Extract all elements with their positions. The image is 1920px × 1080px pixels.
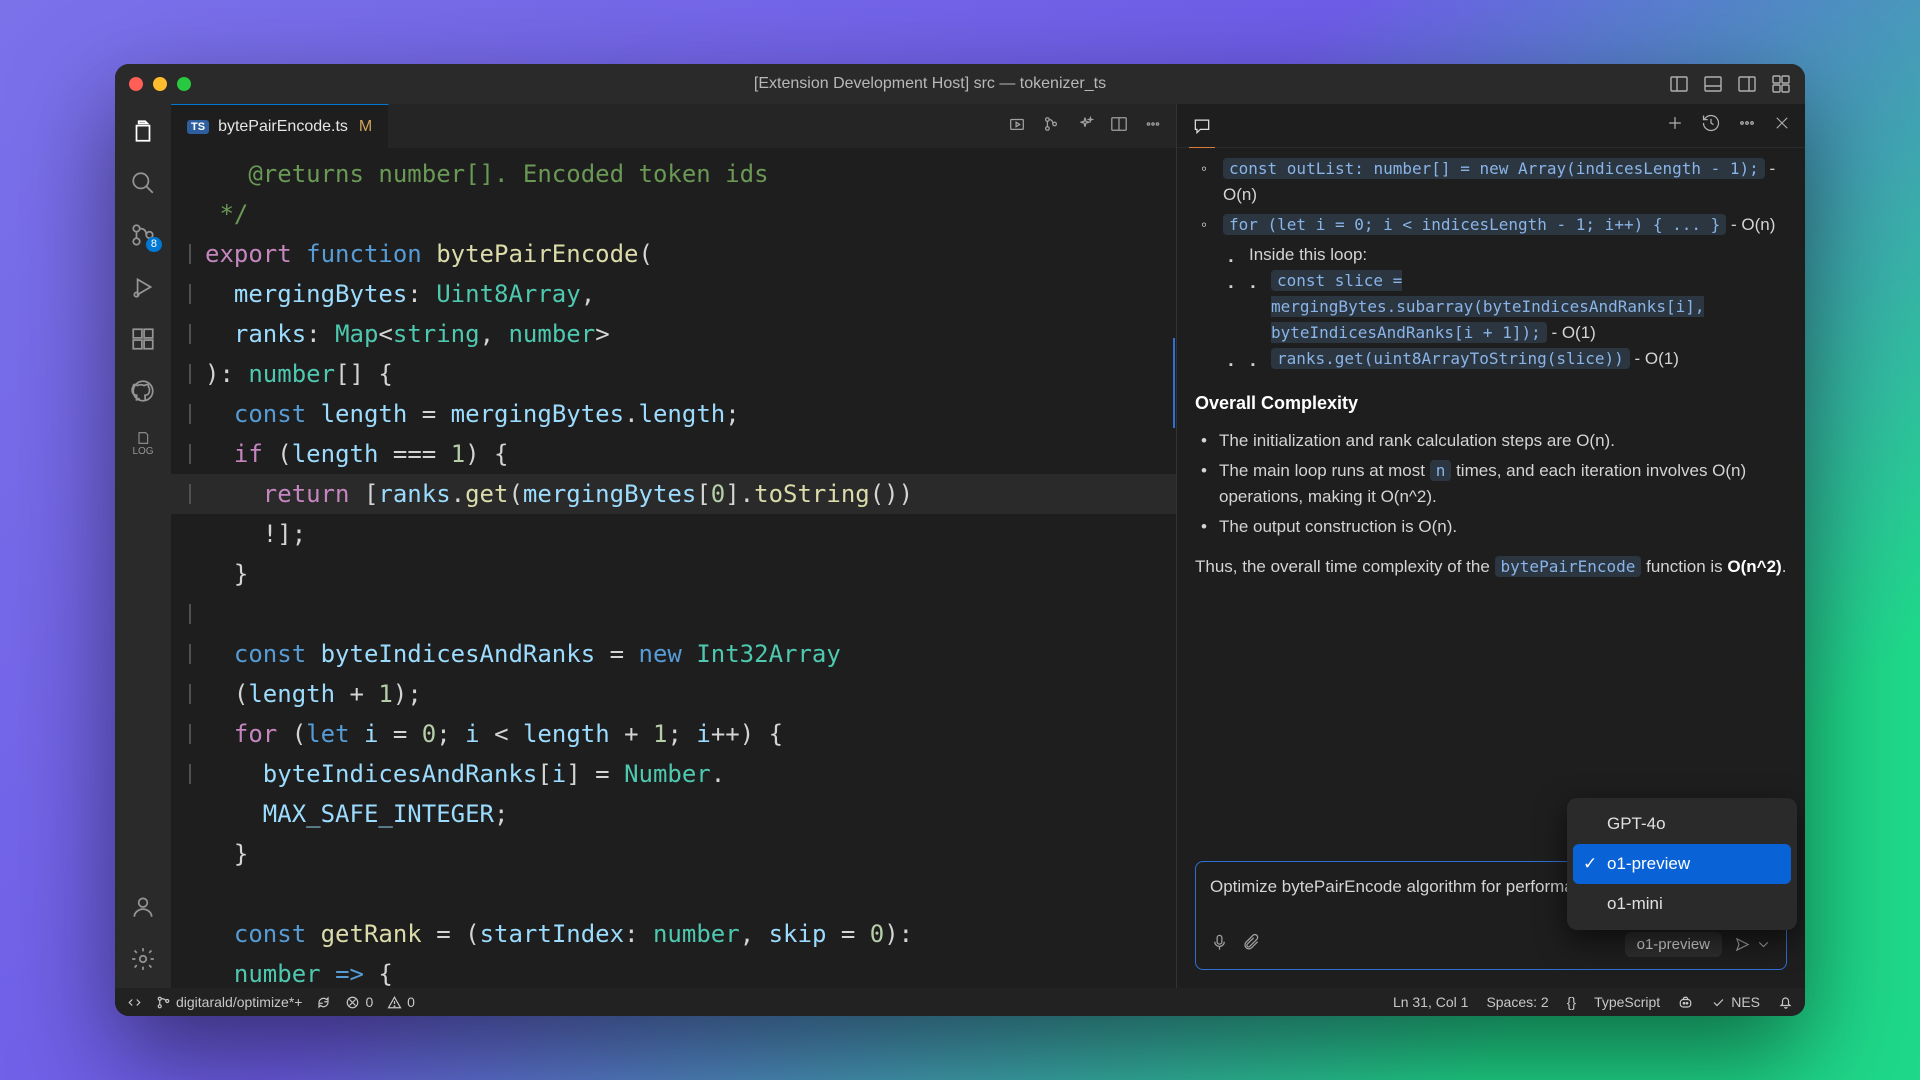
more-icon[interactable]	[1144, 115, 1162, 138]
minimize-window-icon[interactable]	[153, 77, 167, 91]
chat-tab-icon[interactable]	[1191, 115, 1213, 137]
source-control-icon[interactable]: 8	[128, 220, 158, 250]
indentation[interactable]: Spaces: 2	[1486, 994, 1548, 1010]
split-editor-icon[interactable]	[1110, 115, 1128, 138]
sync-icon[interactable]	[316, 995, 331, 1010]
typescript-file-icon: TS	[187, 120, 209, 134]
notifications-icon[interactable]	[1778, 995, 1793, 1010]
microphone-icon[interactable]	[1210, 933, 1229, 957]
model-option-gpt4o[interactable]: GPT-4o	[1573, 804, 1791, 844]
model-option-o1-mini[interactable]: o1-mini	[1573, 884, 1791, 924]
editor-tabs: TS bytePairEncode.ts M	[171, 104, 1176, 148]
scm-badge: 8	[146, 237, 162, 252]
github-icon[interactable]	[128, 376, 158, 406]
model-dropdown: GPT-4o o1-preview o1-mini	[1567, 798, 1797, 930]
window-title: [Extension Development Host] src — token…	[191, 75, 1669, 93]
chat-response: const outList: number[] = new Array(indi…	[1177, 148, 1805, 861]
run-icon[interactable]	[1008, 115, 1026, 138]
vscode-window: [Extension Development Host] src — token…	[115, 64, 1805, 1016]
problems-indicator[interactable]: 0 0	[345, 994, 414, 1010]
status-bar: digitarald/optimize*+ 0 0 Ln 31, Col 1 S…	[115, 988, 1805, 1016]
copilot-icon[interactable]	[1678, 995, 1693, 1010]
braces-indicator[interactable]: {}	[1567, 994, 1576, 1010]
maximize-window-icon[interactable]	[177, 77, 191, 91]
nes-indicator[interactable]: NES	[1711, 994, 1760, 1010]
branch-indicator[interactable]: digitarald/optimize*+	[156, 994, 302, 1010]
layout-customize-icon[interactable]	[1771, 74, 1791, 94]
code-editor[interactable]: @returns number[]. Encoded token ids */ …	[171, 148, 1176, 988]
tab-modified-badge: M	[359, 118, 372, 136]
code-content: @returns number[]. Encoded token ids */ …	[205, 154, 1176, 988]
history-icon[interactable]	[1701, 113, 1721, 138]
editor-pane: TS bytePairEncode.ts M	[171, 104, 1177, 988]
settings-gear-icon[interactable]	[128, 944, 158, 974]
account-icon[interactable]	[128, 892, 158, 922]
new-chat-icon[interactable]	[1665, 113, 1685, 138]
send-button[interactable]	[1734, 936, 1772, 953]
explorer-icon[interactable]	[128, 116, 158, 146]
window-controls	[129, 77, 191, 91]
layout-panel-right-icon[interactable]	[1737, 74, 1757, 94]
log-icon[interactable]: LOG	[128, 428, 158, 458]
language-mode[interactable]: TypeScript	[1594, 994, 1660, 1010]
model-option-o1-preview[interactable]: o1-preview	[1573, 844, 1791, 884]
minimap-viewport[interactable]	[1173, 338, 1175, 428]
layout-panel-left-icon[interactable]	[1669, 74, 1689, 94]
layout-panel-bottom-icon[interactable]	[1703, 74, 1723, 94]
extensions-icon[interactable]	[128, 324, 158, 354]
close-window-icon[interactable]	[129, 77, 143, 91]
run-debug-icon[interactable]	[128, 272, 158, 302]
remote-icon[interactable]	[127, 995, 142, 1010]
compare-changes-icon[interactable]	[1042, 115, 1060, 138]
tab-bytepairencode[interactable]: TS bytePairEncode.ts M	[171, 104, 389, 148]
activity-bar: 8 LOG	[115, 104, 171, 988]
attach-icon[interactable]	[1241, 933, 1260, 957]
sparkle-icon[interactable]	[1076, 115, 1094, 138]
model-selector[interactable]: o1-preview	[1625, 932, 1722, 957]
cursor-position[interactable]: Ln 31, Col 1	[1393, 994, 1469, 1010]
close-chat-icon[interactable]	[1773, 114, 1791, 137]
search-icon[interactable]	[128, 168, 158, 198]
tab-filename: bytePairEncode.ts	[218, 118, 348, 136]
overall-complexity-heading: Overall Complexity	[1195, 390, 1787, 416]
titlebar: [Extension Development Host] src — token…	[115, 64, 1805, 104]
more-actions-icon[interactable]	[1737, 113, 1757, 138]
